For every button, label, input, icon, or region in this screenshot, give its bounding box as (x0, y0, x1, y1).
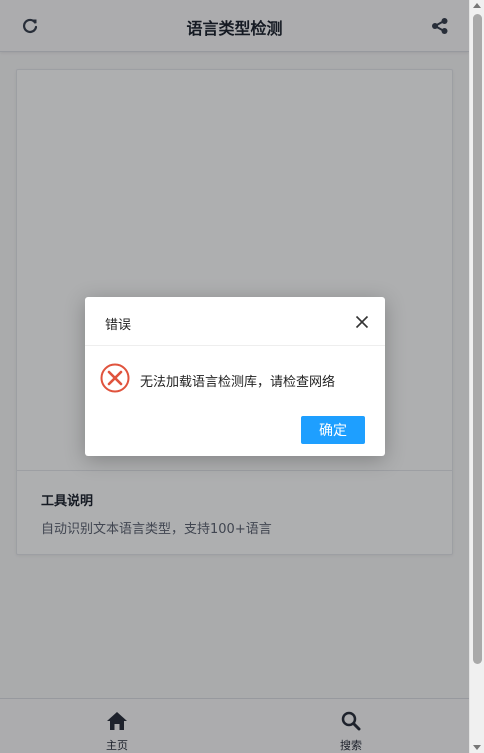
scrollbar-thumb[interactable] (473, 14, 482, 664)
dialog-header: 错误 (85, 297, 385, 346)
error-circle-icon (100, 363, 130, 393)
dialog-title: 错误 (105, 318, 132, 333)
scroll-down-arrow-icon[interactable] (473, 745, 481, 750)
app-page: 语言类型检测 工具说明 自动识别文本语言类型，支持100+语言 主页 搜索 错误… (0, 0, 469, 753)
error-dialog: 错误 无法加载语言检测库，请检查网络 确定 (85, 297, 385, 456)
confirm-button[interactable]: 确定 (301, 416, 365, 444)
close-icon[interactable] (355, 314, 369, 329)
vertical-scrollbar[interactable] (469, 0, 484, 753)
scroll-up-arrow-icon[interactable] (473, 3, 481, 8)
dialog-message: 无法加载语言检测库，请检查网络 (140, 375, 336, 390)
